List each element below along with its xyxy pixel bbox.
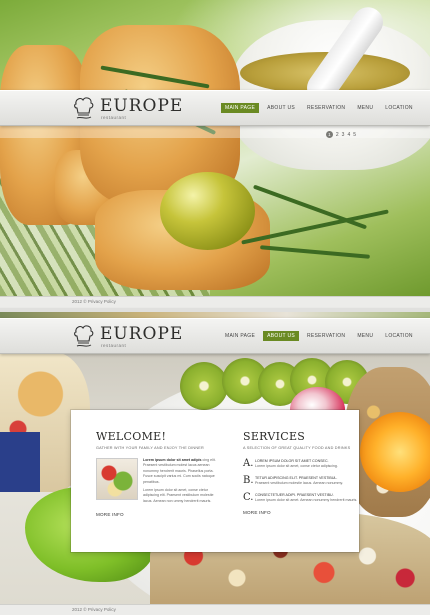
header-bar: EUROPE restaurant MAIN PAGE ABOUT US RES… <box>0 90 430 126</box>
chef-logo-icon <box>74 325 94 347</box>
services-more-info-link[interactable]: MORE INFO <box>243 510 361 515</box>
nav-location[interactable]: LOCATION <box>381 331 417 341</box>
logo[interactable]: EUROPE restaurant <box>72 95 182 123</box>
slider-pager-bar <box>0 126 430 138</box>
brand-tagline: restaurant <box>101 343 127 348</box>
nav-location[interactable]: LOCATION <box>381 103 417 113</box>
welcome-text: Lorem ipsum dolor sit amet adipis cing e… <box>143 458 221 504</box>
service-text: CONSECTETUER ADIPI. PRAESENT VESTIBU. Lo… <box>255 493 357 503</box>
service-letter: A. <box>243 458 254 469</box>
welcome-subtitle: GATHER WITH YOUR FAMILY AND ENJOY THE DI… <box>96 446 204 450</box>
chef-logo-icon <box>74 97 94 119</box>
dish-thumbnail <box>96 458 138 500</box>
service-text: TETUR ADIPISCING ELIT. PRAESENT VESTIBUL… <box>255 476 343 486</box>
rosemary-sprig <box>252 184 368 230</box>
pager-dot-5[interactable]: 5 <box>353 132 356 138</box>
main-nav: MAIN PAGE ABOUT US RESERVATION MENU LOCA… <box>221 103 417 113</box>
green-olive <box>160 172 255 250</box>
footer-copyright[interactable]: 2012 © Privacy Policy <box>72 607 116 612</box>
services-list: A. LOREM IPSUM DOLOR SIT AMET CONSEC. Lo… <box>243 459 361 503</box>
header-bar: EUROPE restaurant MAIN PAGE ABOUT US RES… <box>0 318 430 354</box>
service-item: A. LOREM IPSUM DOLOR SIT AMET CONSEC. Lo… <box>243 459 361 469</box>
nav-menu[interactable]: MENU <box>353 103 377 113</box>
orange-slice <box>360 412 430 492</box>
service-letter: B. <box>243 475 254 486</box>
service-item: B. TETUR ADIPISCING ELIT. PRAESENT VESTI… <box>243 476 361 486</box>
service-body: Lorem ipsum dolor sit amet. Aenean nonum… <box>255 498 358 502</box>
welcome-lead: Lorem ipsum dolor sit amet adipis <box>143 458 202 462</box>
logo[interactable]: EUROPE restaurant <box>72 323 182 351</box>
welcome-body: Lorem ipsum dolor sit amet adipis cing e… <box>96 458 221 504</box>
services-title: SERVICES <box>243 430 306 443</box>
service-body: Lorem ipsum dolor sit amet, conse ctetur… <box>255 464 338 468</box>
welcome-section: WELCOME! GATHER WITH YOUR FAMILY AND ENJ… <box>96 430 221 517</box>
welcome-paragraph-2: Lorem ipsum dolor sit amet, conse ctetur… <box>143 488 214 503</box>
slider-pager: 1 2 3 4 5 <box>325 131 356 138</box>
pager-dot-2[interactable]: 2 <box>336 132 339 138</box>
service-item: C. CONSECTETUER ADIPI. PRAESENT VESTIBU.… <box>243 493 361 503</box>
nav-about-us[interactable]: ABOUT US <box>263 103 299 113</box>
main-nav: MAIN PAGE ABOUT US RESERVATION MENU LOCA… <box>221 331 417 341</box>
nav-menu[interactable]: MENU <box>353 331 377 341</box>
hero-image-bread-olive: 1 2 3 4 5 <box>0 0 430 296</box>
nav-main-page[interactable]: MAIN PAGE <box>221 103 260 113</box>
service-letter: C. <box>243 492 254 503</box>
rosemary-sprig <box>260 245 370 259</box>
service-body: Praesent vestibulum molestie lacus. Aene… <box>255 481 344 485</box>
brand-name: EUROPE <box>100 324 184 344</box>
service-text: LOREM IPSUM DOLOR SIT AMET CONSEC. Lorem… <box>255 459 338 469</box>
services-subtitle: A SELECTION OF GREAT QUALITY FOOD AND DR… <box>243 446 351 450</box>
content-panel: WELCOME! GATHER WITH YOUR FAMILY AND ENJ… <box>71 410 359 552</box>
pager-dot-4[interactable]: 4 <box>347 132 350 138</box>
services-section: SERVICES A SELECTION OF GREAT QUALITY FO… <box>243 430 361 515</box>
footer-copyright[interactable]: 2012 © Privacy Policy <box>72 299 116 304</box>
pager-dot-3[interactable]: 3 <box>342 132 345 138</box>
footer: 2012 © Privacy Policy <box>0 604 430 615</box>
nav-main-page[interactable]: MAIN PAGE <box>221 331 259 341</box>
nav-reservation[interactable]: RESERVATION <box>303 331 349 341</box>
nav-about-us[interactable]: ABOUT US <box>263 331 299 341</box>
blue-napkin <box>0 432 40 492</box>
pager-dot-1[interactable]: 1 <box>325 131 333 138</box>
footer: 2012 © Privacy Policy <box>0 296 430 307</box>
brand-name: EUROPE <box>100 96 184 116</box>
welcome-more-info-link[interactable]: MORE INFO <box>96 512 221 517</box>
welcome-title: WELCOME! <box>96 430 167 443</box>
kiwi-slice <box>180 362 228 410</box>
nav-reservation[interactable]: RESERVATION <box>303 103 349 113</box>
brand-tagline: restaurant <box>101 115 127 120</box>
